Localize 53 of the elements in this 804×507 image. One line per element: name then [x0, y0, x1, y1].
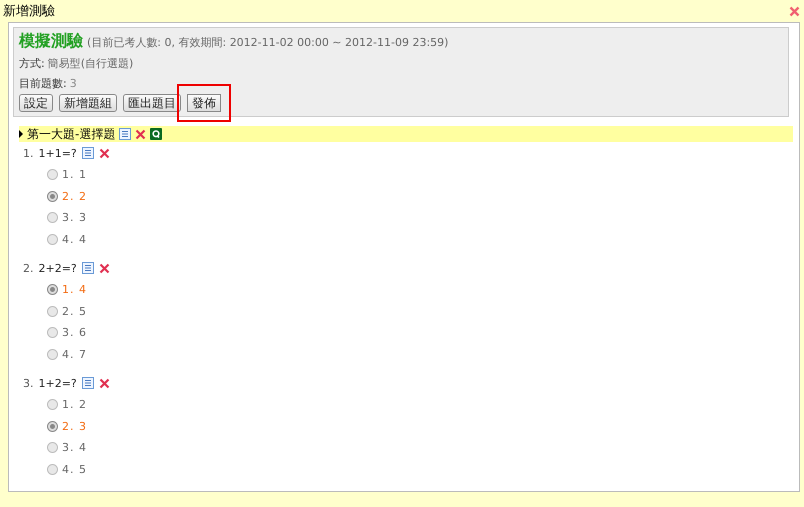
radio-button[interactable]	[47, 212, 58, 224]
note-icon[interactable]	[82, 147, 94, 159]
question-number: 2.	[23, 262, 34, 274]
note-icon[interactable]	[82, 377, 94, 389]
delete-icon[interactable]	[98, 378, 110, 388]
note-icon[interactable]	[119, 128, 132, 140]
question-text: 2+2=?	[38, 262, 77, 274]
toolbar-button[interactable]: 新增題組	[59, 94, 117, 112]
option-label: 1. 1	[62, 168, 87, 182]
toolbar-button[interactable]: 匯出題目	[123, 94, 181, 112]
mode-value: 簡易型(自行選題)	[48, 56, 134, 70]
radio-button[interactable]	[47, 399, 58, 410]
count-label: 目前題數:	[19, 76, 67, 90]
question-number: 3.	[23, 376, 34, 390]
section-title: 第一大題-選擇題	[27, 128, 116, 140]
toolbar-button[interactable]: 設定	[19, 94, 53, 112]
note-icon[interactable]	[82, 262, 94, 274]
radio-button[interactable]	[47, 442, 58, 454]
quiz-icon[interactable]	[150, 128, 162, 140]
window-title: 新增測驗	[3, 4, 55, 18]
option-label: 2. 3	[62, 420, 87, 433]
option-label: 3. 3	[62, 211, 87, 224]
option-label: 4. 5	[62, 462, 87, 476]
delete-icon[interactable]	[98, 262, 110, 274]
radio-button[interactable]	[47, 234, 58, 245]
radio-button[interactable]	[47, 284, 58, 296]
question-text: 1+1=?	[38, 146, 77, 160]
option-label: 2. 5	[62, 304, 87, 318]
expand-arrow-icon[interactable]	[19, 130, 23, 138]
count-value: 3	[70, 76, 77, 90]
radio-button[interactable]	[47, 306, 58, 317]
radio-button[interactable]	[47, 169, 58, 180]
question-text: 1+2=?	[38, 376, 77, 390]
radio-button[interactable]	[47, 420, 58, 432]
option-label: 4. 4	[62, 232, 87, 246]
toolbar-button[interactable]: 發佈	[187, 94, 221, 112]
option-label: 1. 2	[62, 398, 87, 412]
delete-icon[interactable]	[135, 128, 146, 140]
close-icon[interactable]	[789, 6, 800, 16]
mode-label: 方式:	[19, 56, 45, 70]
radio-button[interactable]	[47, 190, 58, 202]
radio-button[interactable]	[47, 348, 58, 360]
radio-button[interactable]	[47, 327, 58, 338]
option-label: 2. 2	[62, 190, 87, 203]
option-label: 3. 6	[62, 326, 87, 340]
option-label: 1. 4	[62, 283, 87, 296]
radio-button[interactable]	[47, 464, 58, 475]
exam-info: (目前已考人數: 0, 有效期間: 2012-11-02 00:00 ~ 2012-11-09 23:59)	[87, 36, 448, 49]
option-label: 3. 4	[62, 441, 87, 454]
option-label: 4. 7	[62, 348, 87, 361]
exam-title: 模擬測驗	[19, 31, 83, 51]
delete-icon[interactable]	[98, 148, 110, 158]
question-number: 1.	[23, 146, 34, 160]
